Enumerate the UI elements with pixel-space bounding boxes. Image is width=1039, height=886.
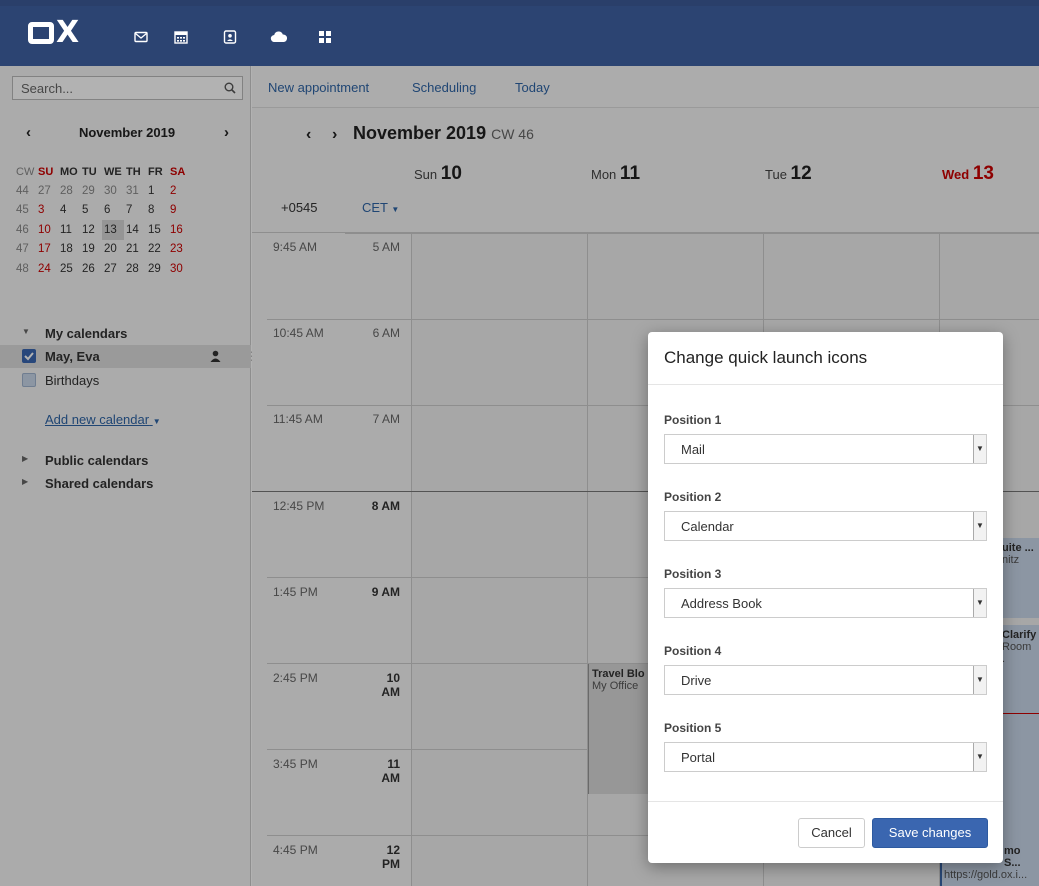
position-1-label: Position 1	[664, 413, 722, 427]
position-2-select[interactable]: Calendar ▼	[664, 511, 987, 541]
selected-value: Drive	[681, 673, 712, 688]
selected-value: Calendar	[681, 519, 734, 534]
dialog-title: Change quick launch icons	[664, 348, 868, 367]
selected-value: Portal	[681, 750, 715, 765]
select-caret-icon: ▼	[973, 589, 986, 617]
calendar-icon[interactable]	[174, 30, 188, 44]
position-3-select[interactable]: Address Book ▼	[664, 588, 987, 618]
select-caret-icon: ▼	[973, 512, 986, 540]
dialog-footer-divider	[648, 801, 1003, 802]
dialog-divider	[648, 384, 1003, 385]
position-4-label: Position 4	[664, 644, 722, 658]
mail-icon[interactable]	[134, 30, 148, 44]
select-caret-icon: ▼	[973, 743, 986, 771]
logo-o-shape	[28, 22, 54, 44]
position-4-select[interactable]: Drive ▼	[664, 665, 987, 695]
top-bar: X	[0, 0, 1039, 66]
apps-grid-icon[interactable]	[318, 30, 332, 44]
save-changes-button[interactable]: Save changes	[872, 818, 988, 848]
select-caret-icon: ▼	[973, 666, 986, 694]
selected-value: Mail	[681, 442, 705, 457]
position-5-select[interactable]: Portal ▼	[664, 742, 987, 772]
cancel-button[interactable]: Cancel	[798, 818, 865, 848]
ox-logo[interactable]: X	[28, 15, 79, 50]
address-book-icon[interactable]	[223, 30, 237, 44]
logo-x-letter: X	[56, 15, 79, 50]
select-caret-icon: ▼	[973, 435, 986, 463]
position-1-select[interactable]: Mail ▼	[664, 434, 987, 464]
quick-launch-dialog: Change quick launch icons Position 1 Mai…	[648, 332, 1003, 863]
selected-value: Address Book	[681, 596, 762, 611]
position-3-label: Position 3	[664, 567, 722, 581]
cloud-icon[interactable]	[270, 30, 288, 44]
position-5-label: Position 5	[664, 721, 722, 735]
position-2-label: Position 2	[664, 490, 722, 504]
